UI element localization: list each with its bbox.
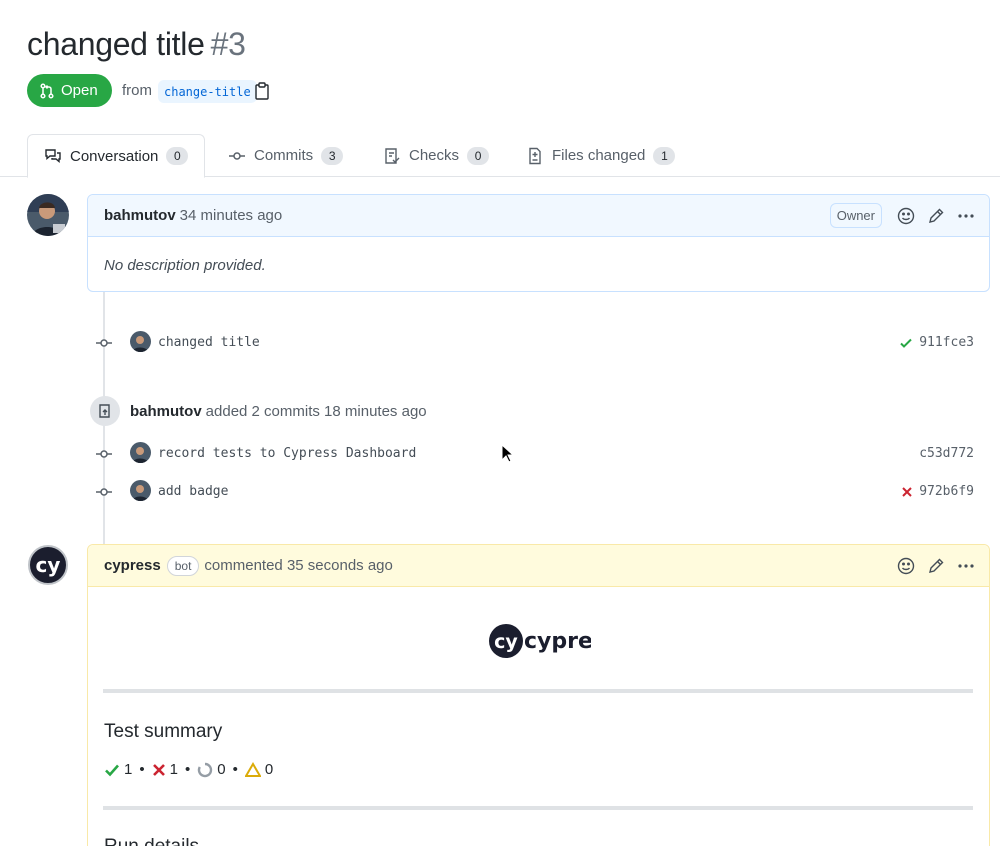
x-icon — [152, 763, 165, 776]
separator: • — [139, 761, 145, 778]
commit-row: changed title 911fce3 — [92, 331, 974, 355]
smiley-icon[interactable] — [897, 557, 915, 575]
separator: • — [184, 761, 191, 778]
comment-author[interactable]: bahmutov — [104, 207, 176, 224]
pr-tabs: Conversation 0 Commits 3 Checks 0 Files … — [0, 134, 1000, 178]
pr-state-badge: Open — [27, 74, 112, 107]
comment-time[interactable]: commented 35 seconds ago — [204, 557, 392, 574]
timeline-event: bahmutov added 2 commits 18 minutes ago — [90, 396, 427, 426]
logo-text: cypress — [524, 629, 591, 654]
commit-node-icon — [96, 488, 112, 496]
divider — [103, 806, 973, 810]
comment-time[interactable]: 34 minutes ago — [180, 207, 283, 224]
commit-row: record tests to Cypress Dashboard c53d77… — [92, 442, 974, 466]
svg-text:cy: cy — [36, 553, 61, 577]
failed-count: 1 — [169, 761, 178, 778]
pr-title: changed title #3 — [27, 26, 246, 63]
check-icon[interactable] — [899, 336, 913, 350]
commit-node-icon — [96, 450, 112, 458]
summary-heading: Test summary — [104, 721, 223, 742]
pr-description-comment: bahmutov 34 minutes ago Owner No descrip… — [87, 194, 990, 292]
event-actor[interactable]: bahmutov — [130, 403, 202, 420]
from-label: from — [122, 82, 152, 99]
pending-count: 0 — [217, 761, 226, 778]
avatar[interactable] — [130, 480, 151, 501]
pr-number: #3 — [210, 26, 246, 62]
conversation-icon — [45, 149, 61, 163]
passed-count: 1 — [124, 761, 133, 778]
cypress-logo: cy cypress — [487, 622, 591, 660]
comment-header: cypress bot commented 35 seconds ago — [88, 545, 989, 587]
skipped-count: 0 — [264, 761, 274, 778]
commit-sha-group: 911fce3 — [899, 335, 974, 350]
svg-text:cy: cy — [494, 631, 518, 653]
pr-state-label: Open — [61, 82, 98, 99]
commit-sha-group: 972b6f9 — [901, 484, 974, 499]
divider — [103, 689, 973, 693]
comment-body: No description provided. — [104, 257, 266, 274]
avatar[interactable] — [27, 194, 69, 236]
checks-icon — [385, 147, 400, 164]
avatar[interactable] — [130, 331, 151, 352]
tab-counter: 3 — [321, 146, 344, 165]
comment-header: bahmutov 34 minutes ago Owner — [88, 195, 989, 237]
branch-name[interactable]: change-title — [158, 80, 257, 103]
bot-label: bot — [166, 555, 200, 576]
tab-label: Files changed — [552, 147, 646, 164]
x-icon[interactable] — [901, 486, 913, 498]
repo-push-icon — [99, 404, 110, 418]
tab-conversation[interactable]: Conversation 0 — [27, 134, 206, 178]
event-text: added 2 commits 18 minutes ago — [205, 402, 427, 420]
commit-sha-group: c53d772 — [919, 446, 974, 461]
mouse-cursor-icon — [501, 444, 515, 463]
pr-title-text: changed title — [27, 26, 205, 62]
tab-commits[interactable]: Commits 3 — [212, 134, 359, 177]
tab-files-changed[interactable]: Files changed 1 — [510, 134, 691, 177]
commit-message[interactable]: record tests to Cypress Dashboard — [158, 446, 416, 461]
smiley-icon[interactable] — [897, 207, 915, 225]
pending-circle-icon — [198, 762, 213, 777]
test-summary: 1 • 1 • 0 • 0 — [104, 761, 273, 778]
comment-actions — [897, 545, 975, 587]
tab-checks[interactable]: Checks 0 — [367, 134, 505, 177]
commit-row: add badge 972b6f9 — [92, 480, 974, 504]
tab-label: Conversation — [70, 147, 159, 165]
commit-sha[interactable]: 911fce3 — [919, 335, 974, 350]
tab-counter: 1 — [653, 146, 676, 165]
git-pull-request-icon — [40, 82, 54, 99]
separator: • — [232, 761, 238, 778]
comment-author[interactable]: cypress — [104, 557, 161, 574]
bot-comment: cypress bot commented 35 seconds ago — [87, 544, 990, 846]
commit-icon — [229, 151, 245, 160]
pencil-icon[interactable] — [927, 557, 945, 575]
kebab-horizontal-icon[interactable] — [957, 557, 975, 575]
file-diff-icon — [529, 147, 541, 164]
commit-message[interactable]: changed title — [158, 335, 260, 350]
copy-clipboard-icon[interactable] — [254, 82, 270, 100]
tab-counter: 0 — [467, 146, 490, 165]
commit-message[interactable]: add badge — [158, 484, 228, 499]
check-icon — [105, 764, 119, 776]
tab-counter: 0 — [166, 147, 189, 165]
pencil-icon[interactable] — [927, 207, 945, 225]
owner-label: Owner — [829, 203, 882, 228]
tab-label: Commits — [254, 147, 314, 164]
kebab-horizontal-icon[interactable] — [957, 207, 975, 225]
avatar[interactable] — [130, 442, 151, 463]
commit-node-icon — [96, 339, 112, 347]
commit-sha[interactable]: c53d772 — [919, 446, 974, 461]
comment-actions — [897, 195, 975, 237]
cypress-avatar[interactable]: cy — [27, 544, 69, 586]
event-badge — [90, 396, 120, 426]
run-details-heading: Run details — [104, 836, 199, 846]
warning-icon — [244, 761, 261, 777]
tab-label: Checks — [409, 147, 460, 164]
commit-sha[interactable]: 972b6f9 — [919, 484, 974, 499]
